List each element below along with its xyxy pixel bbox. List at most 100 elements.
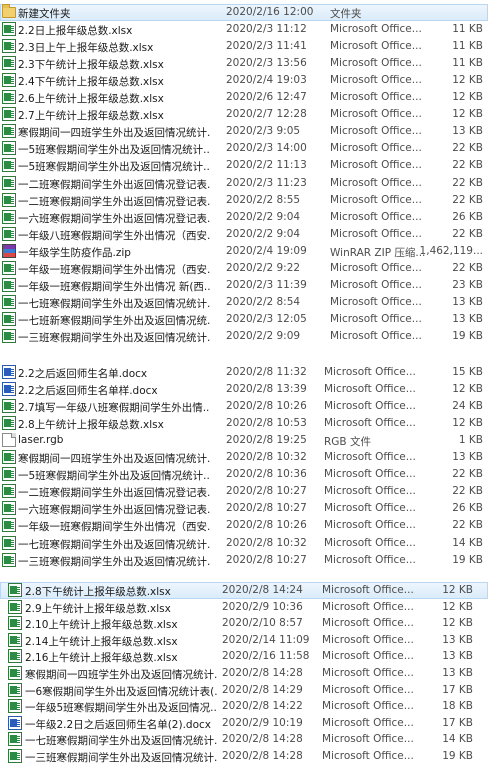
file-name: 2.7上午统计上报年级总数.xlsx xyxy=(18,110,164,123)
file-name: 一年级一班寒假期间学生外出情况（西安... xyxy=(18,521,210,534)
file-row[interactable]: 2.14上午统计上报年级总数.xlsx 2020/2/14 11:09 Micros… xyxy=(0,632,488,649)
file-type: Microsoft Office... xyxy=(324,451,416,464)
file-name: 2.10上午统计上报年级总数.xlsx xyxy=(25,619,178,632)
file-row[interactable]: 2.9上午统计上报年级总数.xlsx 2020/2/9 10:36 Microsof… xyxy=(0,599,488,616)
file-type: Microsoft Office... xyxy=(324,485,416,498)
excel-file-icon xyxy=(2,192,16,207)
file-row[interactable]: 2.2之后返回师生名单样.docx 2020/2/8 13:39 Microsoft… xyxy=(0,381,488,398)
file-row[interactable]: 2.8下午统计上报年级总数.xlsx 2020/2/8 14:24 Microsof… xyxy=(0,582,488,599)
file-name: 一二班寒假期间学生外出返回情况登记表... xyxy=(18,195,210,208)
excel-file-icon xyxy=(8,699,22,714)
excel-file-icon xyxy=(2,552,16,567)
file-row[interactable]: 一年级一班寒假期间学生外出情况 新(西... 2020/2/3 11:39 Micr… xyxy=(0,277,488,294)
file-size: 15 KB xyxy=(452,366,483,378)
file-row[interactable]: 一七班寒假期间学生外出及返回情况统计... 2020/2/8 14:28 Micro… xyxy=(0,731,488,748)
modified-date: 2020/2/2 9:22 xyxy=(226,261,301,274)
file-row[interactable]: 一年级一班寒假期间学生外出情况（西安... 2020/2/8 10:26 Micro… xyxy=(0,517,488,534)
file-size: 26 KB xyxy=(452,502,483,515)
file-name: 一年级八班寒假期间学生外出情况（西安... xyxy=(18,229,210,242)
file-row[interactable]: 2.7填写一年级八班寒假期间学生外出情... 2020/2/8 10:26 Micr… xyxy=(0,398,488,415)
excel-file-icon xyxy=(8,732,22,747)
file-size: 23 KB xyxy=(452,278,483,291)
file-row[interactable]: 一七班新寒假期间学生外出及返回情况统... 2020/2/3 12:05 Micro… xyxy=(0,311,488,328)
folder-row[interactable]: 新建文件夹 2020/2/16 12:00 文件夹 xyxy=(0,4,488,21)
file-name: 2.3下午统计上报年级总数.xlsx xyxy=(18,59,164,72)
file-size: 24 KB xyxy=(452,400,483,413)
word-file-icon xyxy=(8,715,22,730)
modified-date: 2020/2/8 13:39 xyxy=(226,383,307,396)
modified-date: 2020/2/3 13:56 xyxy=(226,57,307,70)
file-row[interactable]: 一年级学生防疫作品.zip 2020/2/4 19:09 WinRAR ZIP 压缩… xyxy=(0,243,488,260)
file-size: 19 KB xyxy=(452,553,483,566)
file-name: 一年级2.2日之后返回师生名单(2).docx xyxy=(25,718,211,731)
file-row[interactable]: laser.rgb 2020/2/8 19:25 RGB 文件 1 KB xyxy=(0,432,488,449)
modified-date: 2020/2/16 11:58 xyxy=(222,650,310,663)
modified-date: 2020/2/4 19:03 xyxy=(226,74,307,87)
file-row[interactable]: 一六班寒假期间学生外出返回情况登记表... 2020/2/2 9:04 Micros… xyxy=(0,209,488,226)
file-row[interactable]: 一二班寒假期间学生外出返回情况登记表... 2020/2/8 10:27 Micro… xyxy=(0,483,488,500)
file-row[interactable]: 一三班寒假期间学生外出及返回情况统计... 2020/2/8 10:27 Micro… xyxy=(0,552,488,569)
modified-date: 2020/2/3 14:00 xyxy=(226,142,307,155)
file-row[interactable]: 寒假期间一四班学生外出及返回情况统计... 2020/2/3 9:05 Micros… xyxy=(0,123,488,140)
zip-archive-icon xyxy=(2,243,16,258)
file-row[interactable]: 2.6上午统计上报年级总数.xlsx 2020/2/6 12:47 Microsof… xyxy=(0,89,488,106)
modified-date: 2020/2/8 10:27 xyxy=(226,485,307,498)
file-row[interactable]: 一年级2.2日之后返回师生名单(2).docx 2020/2/9 10:19 Mic… xyxy=(0,715,488,732)
file-row[interactable]: 一6寒假期间学生外出及返回情况统计表(... 2020/2/8 14:29 Micr… xyxy=(0,682,488,699)
file-type: Microsoft Office... xyxy=(324,400,416,413)
excel-file-icon xyxy=(2,175,16,190)
file-name: 一六班寒假期间学生外出返回情况登记表... xyxy=(18,504,210,517)
modified-date: 2020/2/9 10:36 xyxy=(222,600,303,613)
excel-file-icon xyxy=(2,450,16,465)
excel-file-icon xyxy=(2,416,16,431)
modified-date: 2020/2/14 11:09 xyxy=(222,633,310,646)
file-row[interactable]: 一三班寒假期间学生外出及返回情况统计... 2020/2/2 9:09 Micros… xyxy=(0,328,488,345)
file-row[interactable]: 寒假期间一四班学生外出及返回情况统计... 2020/2/8 10:32 Micro… xyxy=(0,449,488,466)
file-size: 22 KB xyxy=(452,142,483,155)
file-row[interactable]: 一5班寒假期间学生外出及返回情况统计... 2020/2/2 11:13 Micro… xyxy=(0,157,488,174)
file-row[interactable]: 2.7上午统计上报年级总数.xlsx 2020/2/7 12:28 Microsof… xyxy=(0,106,488,123)
file-size: 12 KB xyxy=(452,74,483,87)
file-row[interactable]: 2.3下午统计上报年级总数.xlsx 2020/2/3 13:56 Microsof… xyxy=(0,55,488,72)
file-type: Microsoft Office... xyxy=(324,536,416,549)
file-row[interactable]: 寒假期间一四班学生外出及返回情况统计... 2020/2/8 14:28 Micro… xyxy=(0,665,488,682)
word-file-icon xyxy=(2,365,16,379)
file-row[interactable]: 一二班寒假期间学生外出返回情况登记表... 2020/2/2 8:55 Micros… xyxy=(0,192,488,209)
file-row[interactable]: 2.2之后返回师生名单.docx 2020/2/8 11:32 Microsoft … xyxy=(0,364,488,381)
file-size: 1,462,119... xyxy=(419,244,483,257)
file-row[interactable]: 一年级八班寒假期间学生外出情况（西安... 2020/2/2 9:04 Micros… xyxy=(0,226,488,243)
file-row[interactable]: 一5班寒假期间学生外出及返回情况统计... 2020/2/8 10:36 Micro… xyxy=(0,466,488,483)
file-size: 12 KB xyxy=(452,383,483,396)
file-row[interactable]: 一年级5班寒假期间学生外出及返回情况... 2020/2/8 14:22 Micro… xyxy=(0,698,488,715)
file-name: 2.2之后返回师生名单.docx xyxy=(18,368,148,380)
modified-date: 2020/2/3 11:39 xyxy=(226,278,307,291)
file-row[interactable]: 一5班寒假期间学生外出及返回情况统计... 2020/2/3 14:00 Micro… xyxy=(0,140,488,157)
file-size: 13 KB xyxy=(452,312,483,325)
file-row[interactable]: 一三班寒假期间学生外出及返回情况统计... 2020/2/8 14:28 Micro… xyxy=(0,748,488,765)
file-row[interactable]: 一七班寒假期间学生外出及返回情况统计... 2020/2/8 10:32 Micro… xyxy=(0,535,488,552)
file-row[interactable]: 2.3日上午上报年级总数.xlsx 2020/2/3 11:41 Microsoft… xyxy=(0,38,488,55)
excel-file-icon xyxy=(2,124,16,139)
file-row[interactable]: 2.2日上报年级总数.xlsx 2020/2/3 11:12 Microsoft O… xyxy=(0,21,488,38)
modified-date: 2020/2/3 12:05 xyxy=(226,312,307,325)
file-row[interactable]: 一六班寒假期间学生外出返回情况登记表... 2020/2/8 10:27 Micro… xyxy=(0,500,488,517)
file-row[interactable]: 2.4下午统计上报年级总数.xlsx 2020/2/4 19:03 Microsof… xyxy=(0,72,488,89)
file-row[interactable]: 2.10上午统计上报年级总数.xlsx 2020/2/10 8:57 Microso… xyxy=(0,615,488,632)
excel-file-icon xyxy=(2,56,16,71)
file-row[interactable]: 一二班寒假期间学生外出返回情况登记表... 2020/2/3 11:23 Micro… xyxy=(0,175,488,192)
excel-file-icon xyxy=(2,107,16,122)
file-name: 一5班寒假期间学生外出及返回情况统计... xyxy=(18,144,210,157)
excel-file-icon xyxy=(8,599,22,614)
file-row[interactable]: 一年级一班寒假期间学生外出情况（西安... 2020/2/2 9:22 Micros… xyxy=(0,260,488,277)
modified-date: 2020/2/3 11:12 xyxy=(226,23,307,36)
file-name: 一年级学生防疫作品.zip xyxy=(18,246,131,259)
file-name: 2.2之后返回师生名单样.docx xyxy=(18,385,158,398)
modified-date: 2020/2/2 11:13 xyxy=(226,159,307,172)
modified-date: 2020/2/8 14:28 xyxy=(222,750,303,762)
file-row[interactable]: 2.16上午统计上报年级总数.xlsx 2020/2/16 11:58 Micros… xyxy=(0,648,488,665)
modified-date: 2020/2/16 12:00 xyxy=(226,6,314,18)
file-row[interactable]: 2.8上午统计上报年级总数.xlsx 2020/2/8 10:53 Microsof… xyxy=(0,415,488,432)
folder-icon xyxy=(2,4,16,18)
file-row[interactable]: 一七班寒假期间学生外出及返回情况统计... 2020/2/2 8:54 Micros… xyxy=(0,294,488,311)
excel-file-icon xyxy=(8,749,22,763)
